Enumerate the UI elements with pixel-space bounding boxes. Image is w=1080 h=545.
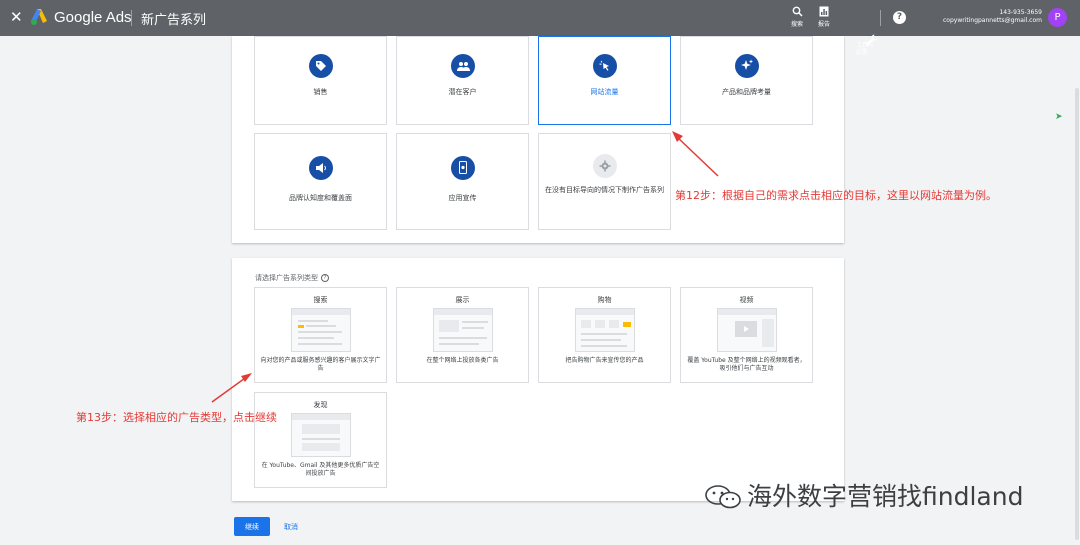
- help-circle-icon[interactable]: ?: [321, 274, 329, 282]
- type-title: 购物: [597, 296, 612, 304]
- brand-name: Google Ads: [54, 9, 132, 26]
- goal-selection-panel: 销售 潜在客户 网站流量 产品和品牌考量 品牌认知度和覆盖面 应用宣传 在没有目…: [232, 36, 844, 243]
- goal-tile-sales[interactable]: 销售: [254, 36, 387, 125]
- search-tool-label: 搜索: [791, 21, 804, 28]
- goal-tile-leads[interactable]: 潜在客户: [396, 36, 529, 125]
- feedback-icon[interactable]: ➤: [1055, 112, 1063, 122]
- campaign-type-heading-text: 请选择广告系列类型: [255, 274, 318, 282]
- reports-tool-label: 报告: [818, 21, 831, 28]
- goal-label: 产品和品牌考量: [722, 88, 771, 96]
- type-title: 搜索: [313, 296, 328, 304]
- help-icon[interactable]: ?: [893, 11, 906, 24]
- step12-annotation: 第12步：根据自己的需求点击相应的目标，这里以网站流量为例。: [675, 189, 997, 202]
- campaign-type-heading: 请选择广告系列类型?: [255, 273, 329, 283]
- campaign-type-shopping[interactable]: 购物 把告购物广告来宣传您的产品: [538, 287, 671, 383]
- account-id: 143-935-3659: [999, 9, 1042, 16]
- sparkle-icon: [735, 54, 759, 78]
- megaphone-icon: [309, 156, 333, 180]
- goal-tile-website-traffic[interactable]: 网站流量: [538, 36, 671, 125]
- campaign-type-video[interactable]: 视频 覆盖 YouTube 及整个网络上的视频观看者，吸引他们与广告互动: [680, 287, 813, 383]
- campaign-type-display[interactable]: 展示 在整个网络上投放各类广告: [396, 287, 529, 383]
- campaign-type-discovery[interactable]: 发现 在 YouTube、Gmail 及其他更多优质广告空间投放广告: [254, 392, 387, 488]
- shopping-ad-thumbnail: [575, 308, 635, 352]
- campaign-type-panel: 请选择广告系列类型? 搜索 向对您的产品或服务感兴趣的客户展示文字广告 展示 在…: [232, 258, 844, 501]
- goal-label: 品牌认知度和覆盖面: [289, 194, 352, 202]
- reports-tool-button[interactable]: 报告: [818, 6, 830, 28]
- type-description: 向对您的产品或服务感兴趣的客户展示文字广告: [260, 357, 381, 372]
- play-icon: [735, 321, 757, 337]
- discovery-ad-thumbnail: [291, 413, 351, 457]
- type-title: 展示: [455, 296, 470, 304]
- goal-label: 潜在客户: [448, 88, 477, 96]
- search-tool-button[interactable]: 搜索: [791, 6, 803, 28]
- type-title: 视频: [739, 296, 754, 304]
- video-ad-thumbnail: [717, 308, 777, 352]
- goal-tile-brand-consideration[interactable]: 产品和品牌考量: [680, 36, 813, 125]
- search-ad-thumbnail: [291, 308, 351, 352]
- phone-icon: [451, 156, 475, 180]
- search-icon: [791, 6, 803, 20]
- header-divider: [880, 10, 881, 26]
- reports-icon: [818, 6, 830, 20]
- account-email: copywritingpannetts@gmail.com: [943, 17, 1042, 24]
- type-description: 把告购物广告来宣传您的产品: [565, 357, 644, 364]
- wrench-icon: [845, 20, 878, 46]
- goal-label: 销售: [313, 88, 328, 96]
- header-divider: [131, 10, 132, 26]
- avatar[interactable]: P: [1048, 8, 1067, 27]
- type-description: 在整个网络上投放各类广告: [426, 357, 499, 364]
- cursor-click-icon: [593, 54, 617, 78]
- top-app-bar: ✕ Google Ads 新广告系列 搜索 报告 工具与 设置 ? 143-93…: [0, 0, 1080, 56]
- account-info[interactable]: 143-935-3659 copywritingpannetts@gmail.c…: [943, 9, 1042, 25]
- people-icon: [451, 54, 475, 78]
- watermark-text: 海外数字营销找findland: [747, 482, 1024, 511]
- goal-tile-app-promotion[interactable]: 应用宣传: [396, 133, 529, 230]
- goal-label: 在没有目标导向的情况下制作广告系列: [545, 186, 664, 194]
- cancel-button[interactable]: 取消: [278, 517, 304, 536]
- goal-label: 网站流量: [590, 88, 619, 96]
- continue-button[interactable]: 继续: [234, 517, 270, 536]
- goal-tile-no-goal[interactable]: 在没有目标导向的情况下制作广告系列: [538, 133, 671, 230]
- campaign-type-search[interactable]: 搜索 向对您的产品或服务感兴趣的客户展示文字广告: [254, 287, 387, 383]
- gear-icon: [593, 154, 617, 178]
- tools-settings-label: 工具与 设置: [855, 42, 875, 56]
- step13-annotation: 第13步：选择相应的广告类型，点击继续: [76, 411, 277, 424]
- goal-label: 应用宣传: [448, 194, 477, 202]
- scrollbar[interactable]: [1075, 88, 1079, 540]
- type-description: 覆盖 YouTube 及整个网络上的视频观看者，吸引他们与广告互动: [687, 357, 806, 372]
- wechat-icon: [705, 485, 741, 509]
- page-title: 新广告系列: [141, 13, 207, 28]
- google-ads-logo-icon: [31, 9, 47, 25]
- close-icon[interactable]: ✕: [10, 9, 23, 25]
- tag-icon: [309, 54, 333, 78]
- tools-settings-button[interactable]: 工具与 设置: [845, 6, 878, 63]
- goal-tile-brand-awareness[interactable]: 品牌认知度和覆盖面: [254, 133, 387, 230]
- display-ad-thumbnail: [433, 308, 493, 352]
- type-description: 在 YouTube、Gmail 及其他更多优质广告空间投放广告: [261, 462, 380, 477]
